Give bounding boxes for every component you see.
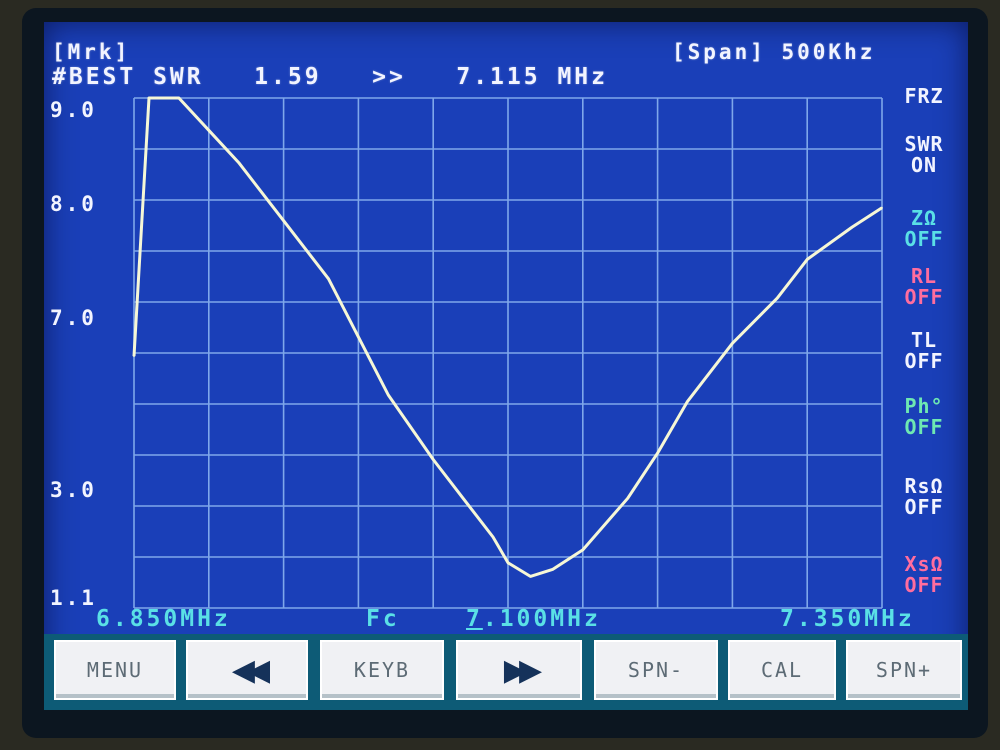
swr-data-point xyxy=(432,458,435,461)
swr-data-point xyxy=(529,575,532,578)
rewind-icon: ◀◀ xyxy=(231,652,270,688)
reactance-toggle-state: OFF xyxy=(904,573,944,597)
return-loss-toggle-label: RL xyxy=(910,264,938,288)
span-increase-button[interactable]: SPN+ xyxy=(846,640,962,700)
freeze-button[interactable]: FRZ xyxy=(886,86,962,107)
swr-data-point xyxy=(462,497,464,500)
swr-data-point xyxy=(552,568,554,571)
transmission-loss-toggle-label: TL xyxy=(910,328,938,352)
swr-data-point xyxy=(731,342,734,345)
swr-data-point xyxy=(237,161,240,164)
reactance-toggle[interactable]: XsΩ OFF xyxy=(886,554,962,596)
swr-data-point xyxy=(163,97,165,99)
swr-data-point xyxy=(357,336,360,338)
phase-toggle[interactable]: Ph° OFF xyxy=(886,396,962,438)
swr-data-point xyxy=(582,549,584,551)
end-frequency: 7.350MHz xyxy=(780,606,915,632)
swr-data-point xyxy=(507,562,509,564)
swr-data-point xyxy=(851,226,853,228)
swr-toggle[interactable]: SWR ON xyxy=(886,134,962,176)
reactance-toggle-label: XsΩ xyxy=(904,552,944,576)
swr-data-point xyxy=(178,97,180,99)
swr-data-point xyxy=(133,355,135,358)
swr-data-point xyxy=(806,258,808,261)
scroll-forward-button[interactable]: ▶▶ xyxy=(456,640,582,700)
swr-data-point xyxy=(387,394,390,396)
swr-toggle-label: SWR xyxy=(904,132,944,156)
keyboard-button[interactable]: KEYB xyxy=(320,640,444,700)
phase-toggle-label: Ph° xyxy=(904,394,944,418)
swr-toggle-state: ON xyxy=(910,153,938,177)
resistance-toggle-state: OFF xyxy=(904,495,944,519)
swr-data-point xyxy=(626,497,629,500)
swr-data-point xyxy=(881,206,883,209)
resistance-toggle-label: RsΩ xyxy=(904,474,944,498)
transmission-loss-toggle[interactable]: TL OFF xyxy=(886,330,962,372)
transmission-loss-toggle-state: OFF xyxy=(904,349,944,373)
swr-data-point xyxy=(327,278,330,280)
analyzer-screen: [Mrk] #BEST SWR 1.59 >> 7.115 MHz [Span]… xyxy=(44,22,968,710)
center-frequency-rest: .100MHz xyxy=(482,606,601,632)
swr-data-point xyxy=(282,219,285,222)
button-bar: MENU ◀◀ KEYB ▶▶ SPN- CAL SPN+ xyxy=(44,634,968,710)
center-frequency-cursor-digit: 7 xyxy=(466,606,483,632)
resistance-toggle[interactable]: RsΩ OFF xyxy=(886,476,962,518)
return-loss-toggle-state: OFF xyxy=(904,285,944,309)
impedance-toggle-state: OFF xyxy=(904,227,944,251)
swr-data-point xyxy=(492,536,494,538)
span-decrease-button[interactable]: SPN- xyxy=(594,640,718,700)
swr-data-point xyxy=(776,297,779,299)
swr-data-point xyxy=(208,129,210,132)
center-frequency[interactable]: 7.100MHz xyxy=(466,606,601,632)
swr-data-point xyxy=(148,97,150,99)
menu-button[interactable]: MENU xyxy=(54,640,176,700)
fast-forward-icon: ▶▶ xyxy=(503,652,542,688)
impedance-toggle-label: ZΩ xyxy=(910,206,938,230)
center-frequency-label: Fc xyxy=(366,606,400,632)
swr-data-point xyxy=(686,400,689,403)
phase-toggle-state: OFF xyxy=(904,415,944,439)
calibrate-button[interactable]: CAL xyxy=(728,640,836,700)
impedance-toggle[interactable]: ZΩ OFF xyxy=(886,208,962,250)
swr-data-point xyxy=(656,452,659,454)
start-frequency: 6.850MHz xyxy=(96,606,231,632)
scroll-back-button[interactable]: ◀◀ xyxy=(186,640,308,700)
return-loss-toggle[interactable]: RL OFF xyxy=(886,266,962,308)
